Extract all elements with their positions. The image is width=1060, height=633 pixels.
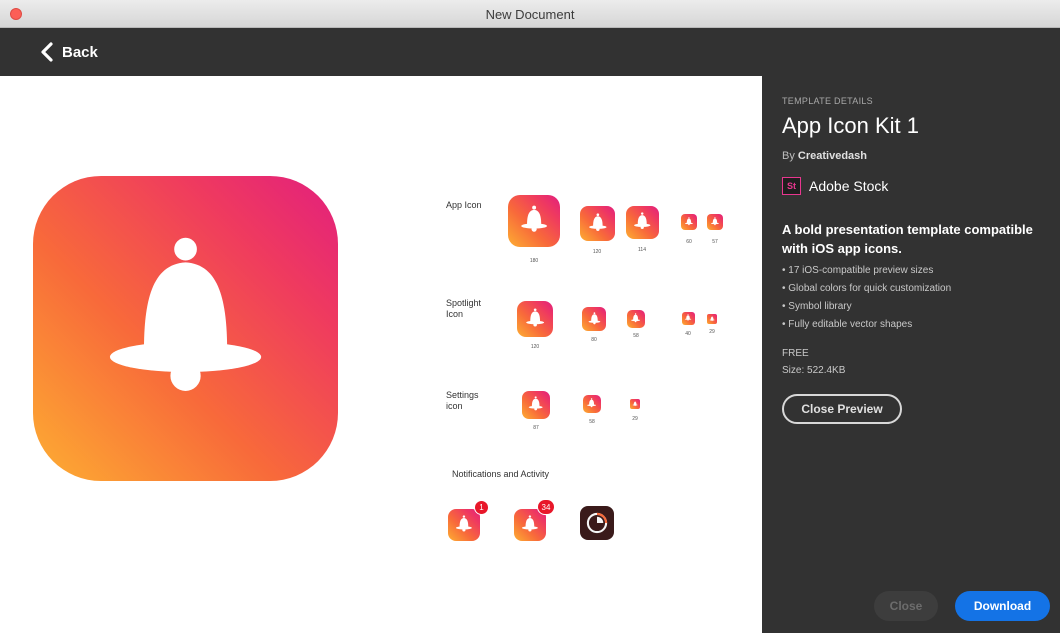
bell-icon — [586, 398, 597, 409]
bell-icon — [587, 312, 602, 327]
close-button[interactable]: Close — [874, 591, 938, 621]
template-preview: App Icon 180 120 114 60 57 Spotlight Ico… — [0, 76, 762, 633]
bell-icon — [527, 396, 544, 413]
template-title: App Icon Kit 1 — [782, 113, 919, 138]
chevron-left-icon — [41, 42, 53, 62]
by-prefix: By — [782, 150, 795, 162]
window-titlebar: New Document — [0, 0, 1060, 28]
settings-icon-87 — [522, 391, 550, 419]
app-icon-57 — [707, 214, 723, 230]
bell-icon — [684, 217, 694, 227]
bell-icon — [524, 308, 546, 330]
size-label: 57 — [712, 239, 718, 245]
size-label: 29 — [709, 329, 715, 335]
template-description: A bold presentation template compatible … — [782, 222, 1033, 256]
size-label: 87 — [533, 425, 539, 431]
spotlight-icon-40 — [682, 312, 695, 325]
bell-icon — [520, 515, 540, 535]
size-label: 29 — [632, 416, 638, 422]
bell-icon — [630, 313, 641, 324]
activity-ring-icon — [586, 512, 608, 534]
app-icon-120 — [580, 206, 615, 241]
spotlight-icon-120 — [517, 301, 553, 337]
adobe-stock-source: St Adobe Stock — [782, 177, 888, 195]
close-preview-button[interactable]: Close Preview — [782, 394, 902, 424]
adobe-stock-logo-icon: St — [782, 177, 801, 195]
activity-icon-tile — [580, 506, 614, 540]
file-size-label: Size: 522.4KB — [782, 365, 846, 376]
bell-icon — [632, 401, 638, 407]
spotlight-icon-80 — [582, 307, 606, 331]
feature-list: 17 iOS-compatible preview sizes Global c… — [782, 262, 951, 334]
size-label: 120 — [530, 344, 540, 350]
notification-badge: 34 — [537, 499, 555, 515]
back-button[interactable]: Back — [40, 42, 98, 62]
window-title: New Document — [485, 7, 575, 22]
template-author: By Creativedash — [782, 150, 867, 162]
row-label-app-icon: App Icon — [446, 200, 482, 210]
notification-badge: 1 — [474, 500, 489, 515]
spotlight-icon-58 — [627, 310, 645, 328]
settings-icon-29 — [630, 399, 640, 409]
notifications-section-label: Notifications and Activity — [452, 469, 550, 479]
notification-icon — [448, 509, 480, 541]
feature-item: Global colors for quick customization — [782, 280, 951, 298]
bell-icon — [684, 314, 692, 322]
row-label-settings-icon: Settings icon — [446, 390, 479, 411]
row-label-spotlight-icon: Spotlight Icon — [446, 298, 482, 319]
bell-icon — [454, 515, 474, 535]
app-icon-114 — [626, 206, 659, 239]
size-label: 120 — [592, 249, 602, 255]
spotlight-icon-29 — [707, 314, 717, 324]
settings-icon-58 — [583, 395, 601, 413]
bell-icon — [518, 205, 550, 237]
author-name: Creativedash — [797, 150, 867, 162]
top-nav-bar: Back — [0, 28, 1060, 76]
app-icon-180 — [508, 195, 560, 247]
feature-item: Symbol library — [782, 298, 951, 316]
template-details-panel: TEMPLATE DETAILS App Icon Kit 1 By Creat… — [762, 76, 1060, 633]
app-icon-60 — [681, 214, 697, 230]
bell-icon — [587, 213, 609, 235]
large-app-icon-preview — [33, 176, 338, 481]
download-button[interactable]: Download — [955, 591, 1050, 621]
bell-icon — [91, 234, 280, 423]
bell-icon — [710, 217, 720, 227]
back-label: Back — [62, 43, 98, 61]
size-label: 180 — [529, 258, 539, 264]
feature-item: 17 iOS-compatible preview sizes — [782, 262, 951, 280]
size-label: 58 — [589, 419, 595, 425]
bell-icon — [709, 316, 715, 322]
size-label: 80 — [591, 337, 597, 343]
feature-item: Fully editable vector shapes — [782, 316, 951, 334]
stock-source-label: Adobe Stock — [809, 178, 889, 194]
size-label: 58 — [633, 333, 639, 339]
bell-icon — [632, 212, 652, 232]
size-label: 114 — [638, 247, 646, 253]
price-label: FREE — [782, 348, 809, 359]
section-eyebrow: TEMPLATE DETAILS — [782, 96, 873, 106]
